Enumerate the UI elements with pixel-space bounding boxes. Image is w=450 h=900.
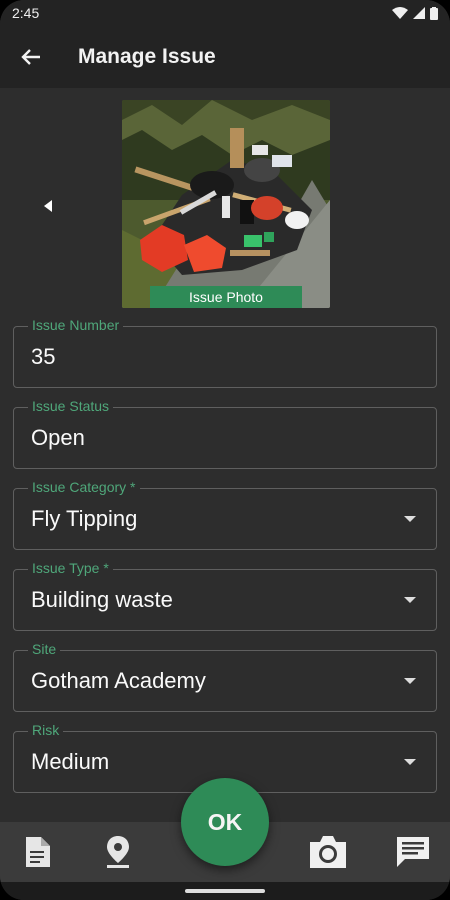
nav-camera-button[interactable]	[308, 832, 348, 872]
phone-screen: 2:45 Manage Issue Issue Photo Issue Numb…	[0, 0, 450, 900]
nav-location-button[interactable]	[98, 832, 138, 872]
status-time: 2:45	[12, 5, 40, 21]
nav-details-button[interactable]	[17, 832, 57, 872]
form-content[interactable]: Issue Photo Issue Number 35 Issue Status…	[0, 88, 450, 822]
issue-status-field[interactable]: Issue Status Open	[13, 398, 437, 469]
ok-button[interactable]: OK	[181, 778, 269, 866]
chevron-down-icon	[404, 597, 416, 603]
field-label: Site	[28, 641, 61, 657]
chevron-down-icon	[404, 516, 416, 522]
photo-caption: Issue Photo	[150, 286, 302, 308]
back-arrow-icon	[21, 49, 40, 65]
gesture-bar	[0, 882, 450, 900]
fly-tipping-photo	[122, 100, 330, 308]
field-label: Issue Category *	[28, 479, 140, 495]
field-value: Gotham Academy	[31, 668, 206, 693]
document-icon	[26, 837, 50, 867]
home-indicator[interactable]	[185, 889, 265, 893]
status-icons	[392, 6, 438, 20]
app-bar: Manage Issue	[0, 26, 450, 88]
status-bar: 2:45	[0, 0, 450, 26]
field-label: Issue Status	[28, 398, 114, 414]
issue-type-dropdown[interactable]: Issue Type * Building waste	[13, 560, 437, 631]
battery-icon	[430, 6, 438, 20]
field-value: 35	[31, 344, 56, 369]
chevron-down-icon	[404, 678, 416, 684]
field-label: Issue Type *	[28, 560, 113, 576]
wifi-icon	[392, 7, 408, 19]
location-pin-icon	[107, 836, 129, 868]
signal-icon	[413, 7, 425, 19]
prev-photo-button[interactable]	[38, 196, 58, 216]
message-icon	[397, 837, 429, 867]
field-label: Issue Number	[28, 317, 124, 333]
prev-photo-icon	[44, 200, 52, 212]
field-value: Medium	[31, 749, 110, 774]
issue-number-field[interactable]: Issue Number 35	[13, 317, 437, 388]
issue-photo[interactable]: Issue Photo	[122, 100, 330, 308]
nav-messages-button[interactable]	[393, 832, 433, 872]
page-title: Manage Issue	[78, 45, 216, 68]
field-value: Fly Tipping	[31, 506, 138, 531]
field-label: Risk	[28, 722, 64, 738]
site-dropdown[interactable]: Site Gotham Academy	[13, 641, 437, 712]
field-value: Building waste	[31, 587, 173, 612]
back-button[interactable]	[0, 26, 62, 88]
field-value: Open	[31, 425, 85, 450]
camera-icon	[310, 836, 346, 868]
chevron-down-icon	[404, 759, 416, 765]
issue-category-dropdown[interactable]: Issue Category * Fly Tipping	[13, 479, 437, 550]
